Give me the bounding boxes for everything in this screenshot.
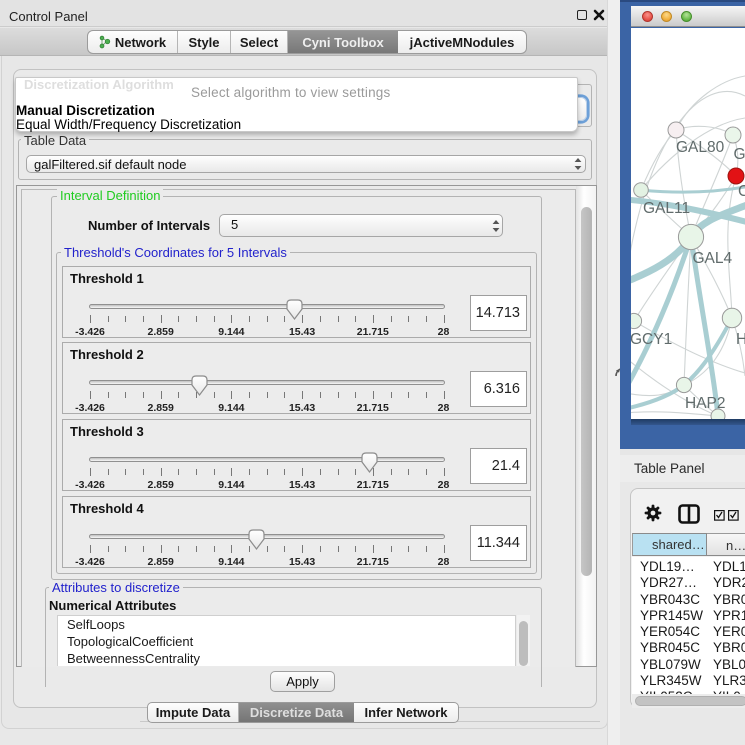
svg-text:GAL4: GAL4 <box>693 250 733 267</box>
svg-text:GAL80: GAL80 <box>676 139 725 156</box>
svg-text:H: H <box>736 331 745 348</box>
svg-text:GCY1: GCY1 <box>631 331 672 348</box>
svg-text:GAL11: GAL11 <box>643 200 690 217</box>
svg-text:HAP2: HAP2 <box>685 395 726 412</box>
svg-text:C: C <box>738 183 745 200</box>
svg-text:GA: GA <box>734 146 745 163</box>
